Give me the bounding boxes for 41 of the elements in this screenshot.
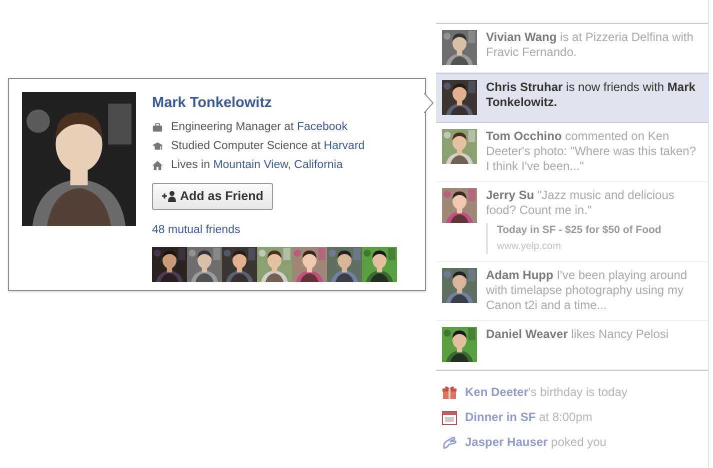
reminder-link[interactable]: Dinner in SF [465,410,536,424]
story-text: Vivian Wang is at Pizzeria Delfina with Fravic Fernando. [486,30,694,60]
story-text: Daniel Weaver likes Nancy Pelosi [486,326,670,342]
story-text: Jerry Su "Jazz music and delicious food? Count me in." [486,188,676,218]
profile-link[interactable]: Tom Occhino [486,129,562,143]
reminder-text: Jasper Hauser poked you [465,434,606,451]
add-friend-icon [162,190,176,202]
detail-text: Engineering Manager at Facebook [171,120,348,135]
hand-icon [442,434,457,450]
ticker-story[interactable]: Daniel Weaver likes Nancy Pelosi [436,320,708,370]
detail-link[interactable]: Mountain View, California [213,158,343,171]
profile-link[interactable]: Vivian Wang [486,30,557,44]
attachment-title[interactable]: Today in SF - $25 for $50 of Food [497,223,702,239]
reminder-link[interactable]: Ken Deeter [465,385,528,399]
ticker-story[interactable]: Chris Struhar is now friends with Mark Tonkelowitz. [436,73,708,123]
story-text: Tom Occhino commented on Ken Deeter's photo: "Where was this taken? I think I've been..." [486,129,697,174]
reminder-link[interactable]: Jasper Hauser [465,435,548,449]
story-text: Chris Struhar is now friends with Mark Tonkelowitz. [486,80,696,110]
attachment-url: www.yelp.com [497,240,562,254]
add-friend-button[interactable]: Add as Friend [152,182,274,210]
gift-icon [442,384,457,400]
detail-link[interactable]: Facebook [296,120,348,133]
detail-text: Studied Computer Science at Harvard [171,138,365,154]
detail-link[interactable]: Harvard [324,140,365,152]
story-text: Adam Hupp I've been playing around with timelapse photography using my Canon t2i and a time... [486,268,688,313]
profile-link[interactable]: Chris Struhar [486,80,563,94]
ticker-story[interactable]: Tom Occhino commented on Ken Deeter's photo: "Where was this taken? I think I've been..." [436,123,708,182]
ticker-story[interactable]: Adam Hupp I've been playing around with timelapse photography using my Canon t2i and a time... [436,262,708,321]
profile-link[interactable]: Jerry Su [486,188,534,202]
reminder-text: Dinner in SF at 8:00pm [465,409,592,426]
profile-name[interactable]: Mark Tonkelowitz [152,93,412,115]
graduation-cap-icon [152,140,163,152]
reminder-text: Ken Deeter's birthday is today [465,384,628,401]
briefcase-icon [152,122,163,133]
profile-link[interactable]: Daniel Weaver [486,326,568,341]
mutual-friends-link[interactable]: 48 mutual friends [152,222,412,239]
profile-link[interactable]: Adam Hupp [486,268,554,282]
house-icon [152,160,163,171]
detail-text: Lives in Mountain View, California [171,158,343,173]
ticker-story[interactable]: Jerry Su "Jazz music and delicious food? Count me in." Today in SF - $25 for $50 of Food www.yelp.com [436,182,708,262]
calendar-icon [442,410,457,424]
